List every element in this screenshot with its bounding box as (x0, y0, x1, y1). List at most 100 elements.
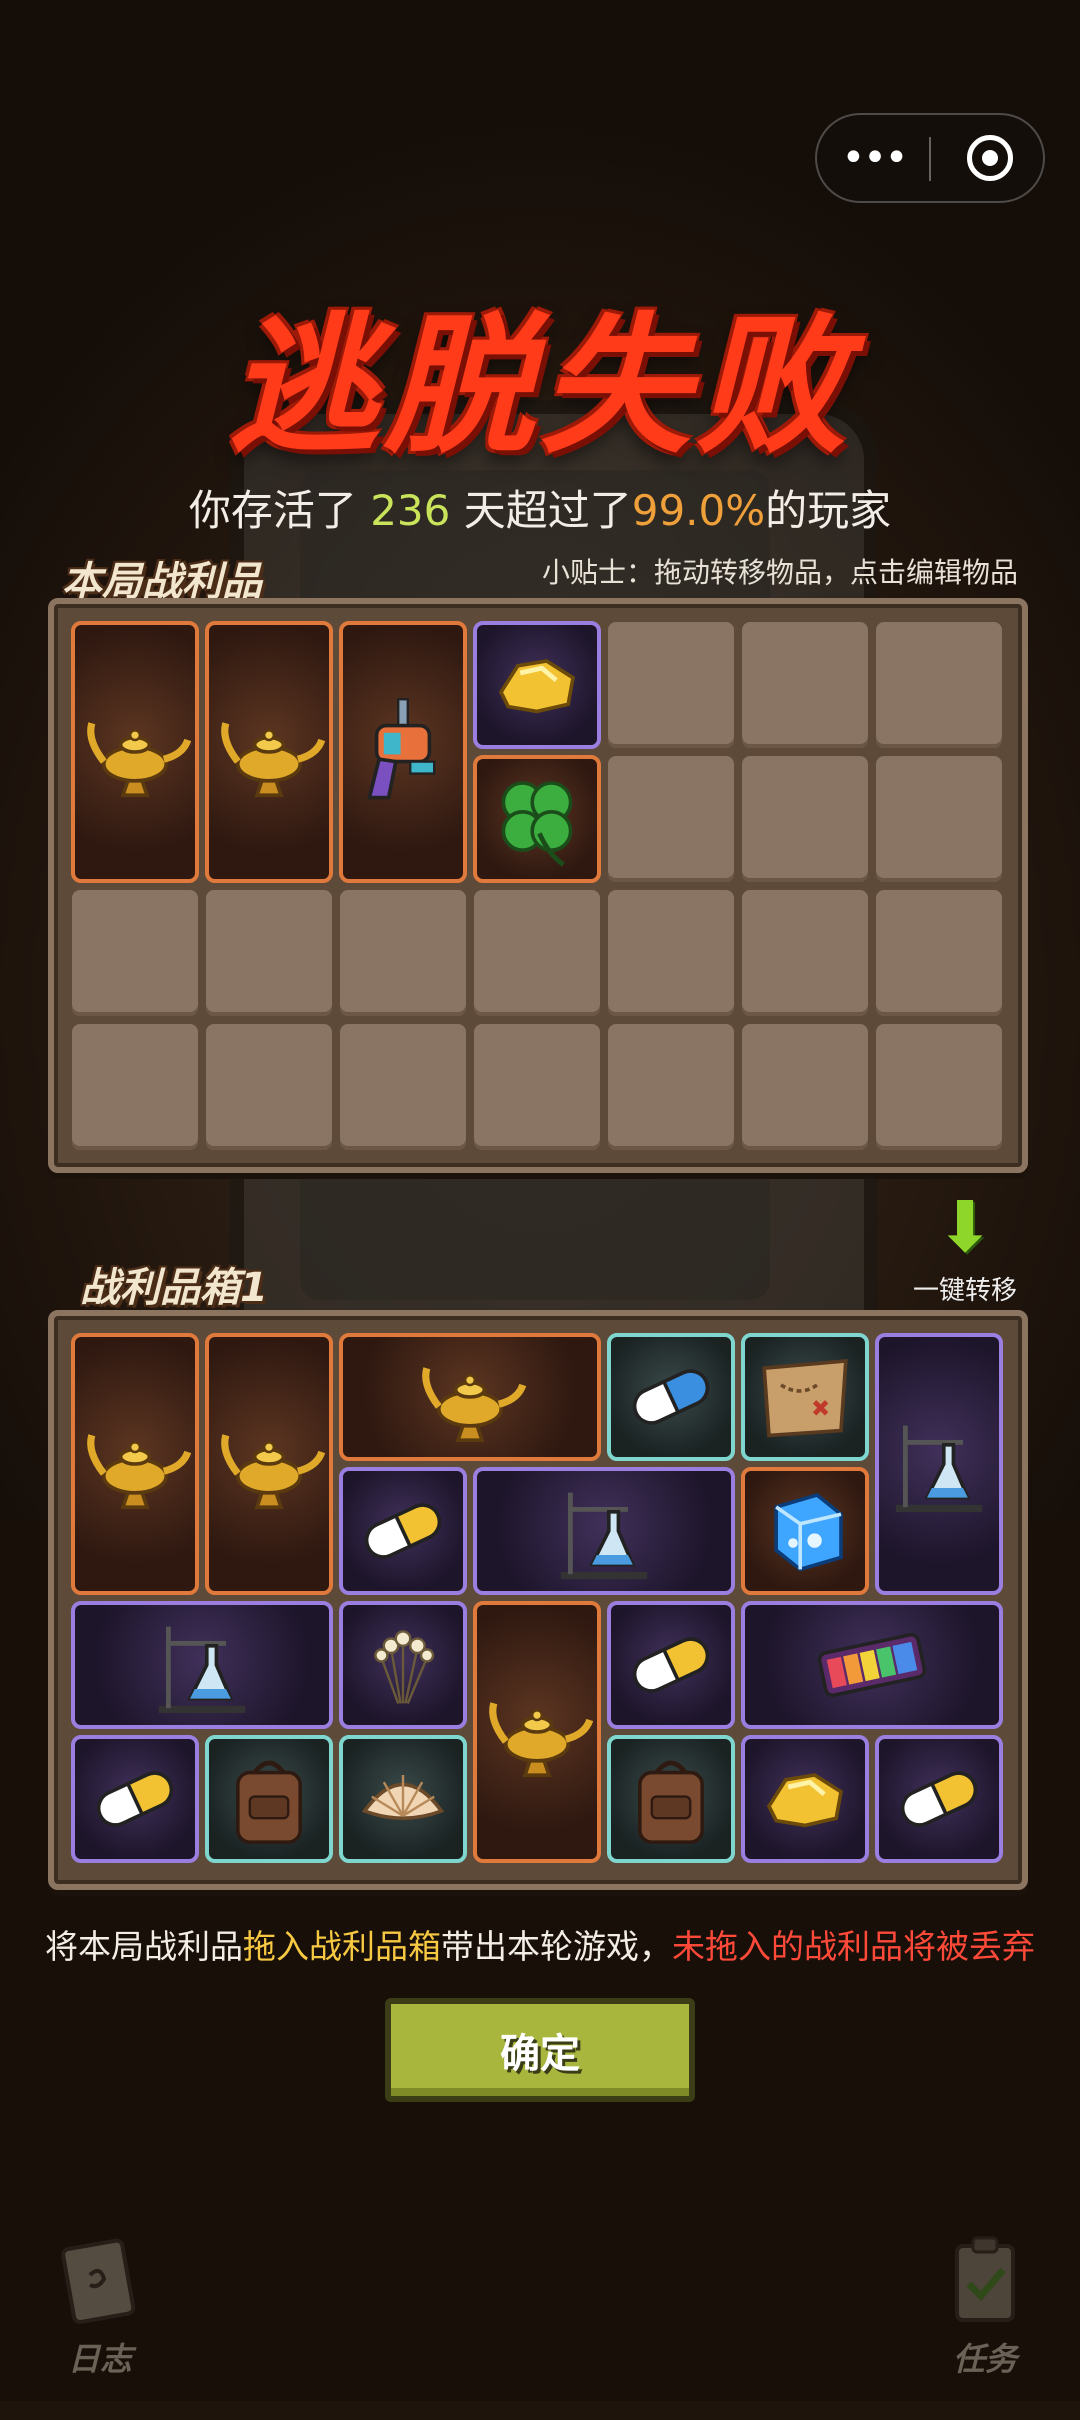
box-section-label: 战利品箱1 (80, 1265, 268, 1311)
empty-slot (72, 890, 198, 1016)
instruction-part3: 带出本轮游戏， (441, 1927, 672, 1966)
blue-pill-item[interactable] (607, 1333, 735, 1461)
gold-nugget-icon (498, 659, 575, 714)
toy-ray-gun-icon (367, 698, 436, 800)
empty-slot (742, 622, 868, 748)
rainbow-keyboard-icon (817, 1632, 927, 1698)
rainbow-keyboard-item[interactable] (741, 1601, 1003, 1729)
empty-slot (608, 622, 734, 748)
page-title: 逃脱失败 (227, 300, 852, 474)
yellow-pill-item[interactable] (339, 1467, 467, 1595)
more-dots-icon[interactable]: ••• (817, 115, 931, 201)
magic-lamp-item[interactable] (71, 1333, 199, 1595)
four-leaf-clover-icon (501, 781, 573, 867)
treasure-map-item[interactable] (741, 1333, 869, 1461)
empty-slot (206, 890, 332, 1016)
enoki-mushroom-item[interactable] (339, 1601, 467, 1729)
yellow-pill-item[interactable] (71, 1735, 199, 1863)
empty-slot (474, 1024, 600, 1150)
empty-slot (742, 890, 868, 1016)
yellow-pill-item[interactable] (607, 1601, 735, 1729)
survival-days: 236 (370, 486, 451, 535)
yellow-pill-item[interactable] (875, 1735, 1003, 1863)
down-arrow-icon: ⬇ (935, 1186, 995, 1268)
one-click-transfer-button[interactable]: ⬇ 一键转移 (905, 1192, 1025, 1307)
survival-summary: 你存活了 236 天超过了99.0%的玩家 (0, 477, 1080, 538)
lab-flask-stand-icon (560, 1492, 648, 1579)
magic-lamp-icon (87, 1434, 192, 1509)
capsule-divider (929, 137, 931, 181)
survival-middle: 天超过了 (450, 486, 632, 535)
magic-lamp-item[interactable] (339, 1333, 601, 1461)
instruction-part1: 将本局战利品 (45, 1927, 243, 1966)
gold-nugget-icon (766, 1773, 843, 1828)
magic-lamp-icon (489, 1702, 594, 1777)
empty-slot (876, 1024, 1002, 1150)
blue-pill-icon (632, 1369, 710, 1425)
toy-ray-gun-item[interactable] (339, 621, 467, 883)
magic-lamp-item[interactable] (71, 621, 199, 883)
empty-slot (340, 890, 466, 1016)
loot-grid (48, 598, 1028, 1173)
seashell-item[interactable] (339, 1735, 467, 1863)
empty-slot (742, 1024, 868, 1150)
task-label: 任务 (952, 2340, 1017, 2378)
lab-flask-stand-icon (158, 1626, 246, 1713)
target-circle-icon[interactable] (967, 135, 1013, 181)
instruction-warning: 未拖入的战利品将被丢弃 (672, 1927, 1035, 1966)
empty-slot (876, 756, 1002, 882)
clipboard-check-icon (955, 2236, 1015, 2322)
instruction-text: 将本局战利品拖入战利品箱带出本轮游戏，未拖入的战利品将被丢弃 (0, 1920, 1080, 1968)
survival-percent: 99.0% (631, 486, 766, 535)
seashell-icon (361, 1775, 445, 1820)
empty-slot (206, 1024, 332, 1150)
empty-slot (608, 890, 734, 1016)
lab-flask-stand-icon (895, 1425, 983, 1512)
yellow-pill-icon (900, 1771, 978, 1827)
miniprogram-capsule: ••• (815, 113, 1045, 203)
leather-backpack-item[interactable] (607, 1735, 735, 1863)
lab-flask-stand-item[interactable] (875, 1333, 1003, 1595)
instruction-highlight: 拖入战利品箱 (243, 1927, 441, 1966)
yellow-pill-icon (364, 1503, 442, 1559)
leather-backpack-icon (236, 1760, 302, 1844)
enoki-mushroom-icon (374, 1630, 435, 1704)
treasure-map-icon (762, 1359, 848, 1438)
transfer-label: 一键转移 (912, 1276, 1017, 1306)
survival-prefix: 你存活了 (188, 486, 371, 535)
empty-slot (876, 890, 1002, 1016)
loot-box-grid (48, 1310, 1028, 1890)
yellow-pill-icon (96, 1771, 174, 1827)
lab-flask-stand-item[interactable] (473, 1467, 735, 1595)
confirm-button[interactable]: 确定 (385, 1998, 695, 2102)
empty-slot (608, 1024, 734, 1150)
magic-lamp-item[interactable] (473, 1601, 601, 1863)
leather-backpack-icon (638, 1760, 704, 1844)
tip-text: 小贴士：拖动转移物品，点击编辑物品 (541, 556, 1018, 589)
empty-slot (742, 756, 868, 882)
four-leaf-clover-item[interactable] (473, 755, 601, 883)
magic-lamp-item[interactable] (205, 1333, 333, 1595)
gold-nugget-item[interactable] (473, 621, 601, 749)
log-button[interactable]: 日志 (35, 2230, 165, 2380)
log-label: 日志 (67, 2340, 132, 2378)
empty-slot (474, 890, 600, 1016)
survival-suffix: 的玩家 (765, 486, 892, 535)
empty-slot (876, 622, 1002, 748)
empty-slot (608, 756, 734, 882)
gold-nugget-item[interactable] (741, 1735, 869, 1863)
task-button[interactable]: 任务 (920, 2230, 1050, 2380)
empty-slot (340, 1024, 466, 1150)
lab-flask-stand-item[interactable] (71, 1601, 333, 1729)
leather-backpack-item[interactable] (205, 1735, 333, 1863)
yellow-pill-icon (632, 1637, 710, 1693)
magic-lamp-icon (221, 1434, 326, 1509)
ice-cube-item[interactable] (741, 1467, 869, 1595)
magic-lamp-icon (422, 1367, 527, 1442)
empty-slot (72, 1024, 198, 1150)
magic-lamp-icon (221, 722, 326, 797)
notebook-icon (61, 2238, 136, 2325)
magic-lamp-icon (87, 722, 192, 797)
ice-cube-icon (774, 1493, 843, 1572)
magic-lamp-item[interactable] (205, 621, 333, 883)
